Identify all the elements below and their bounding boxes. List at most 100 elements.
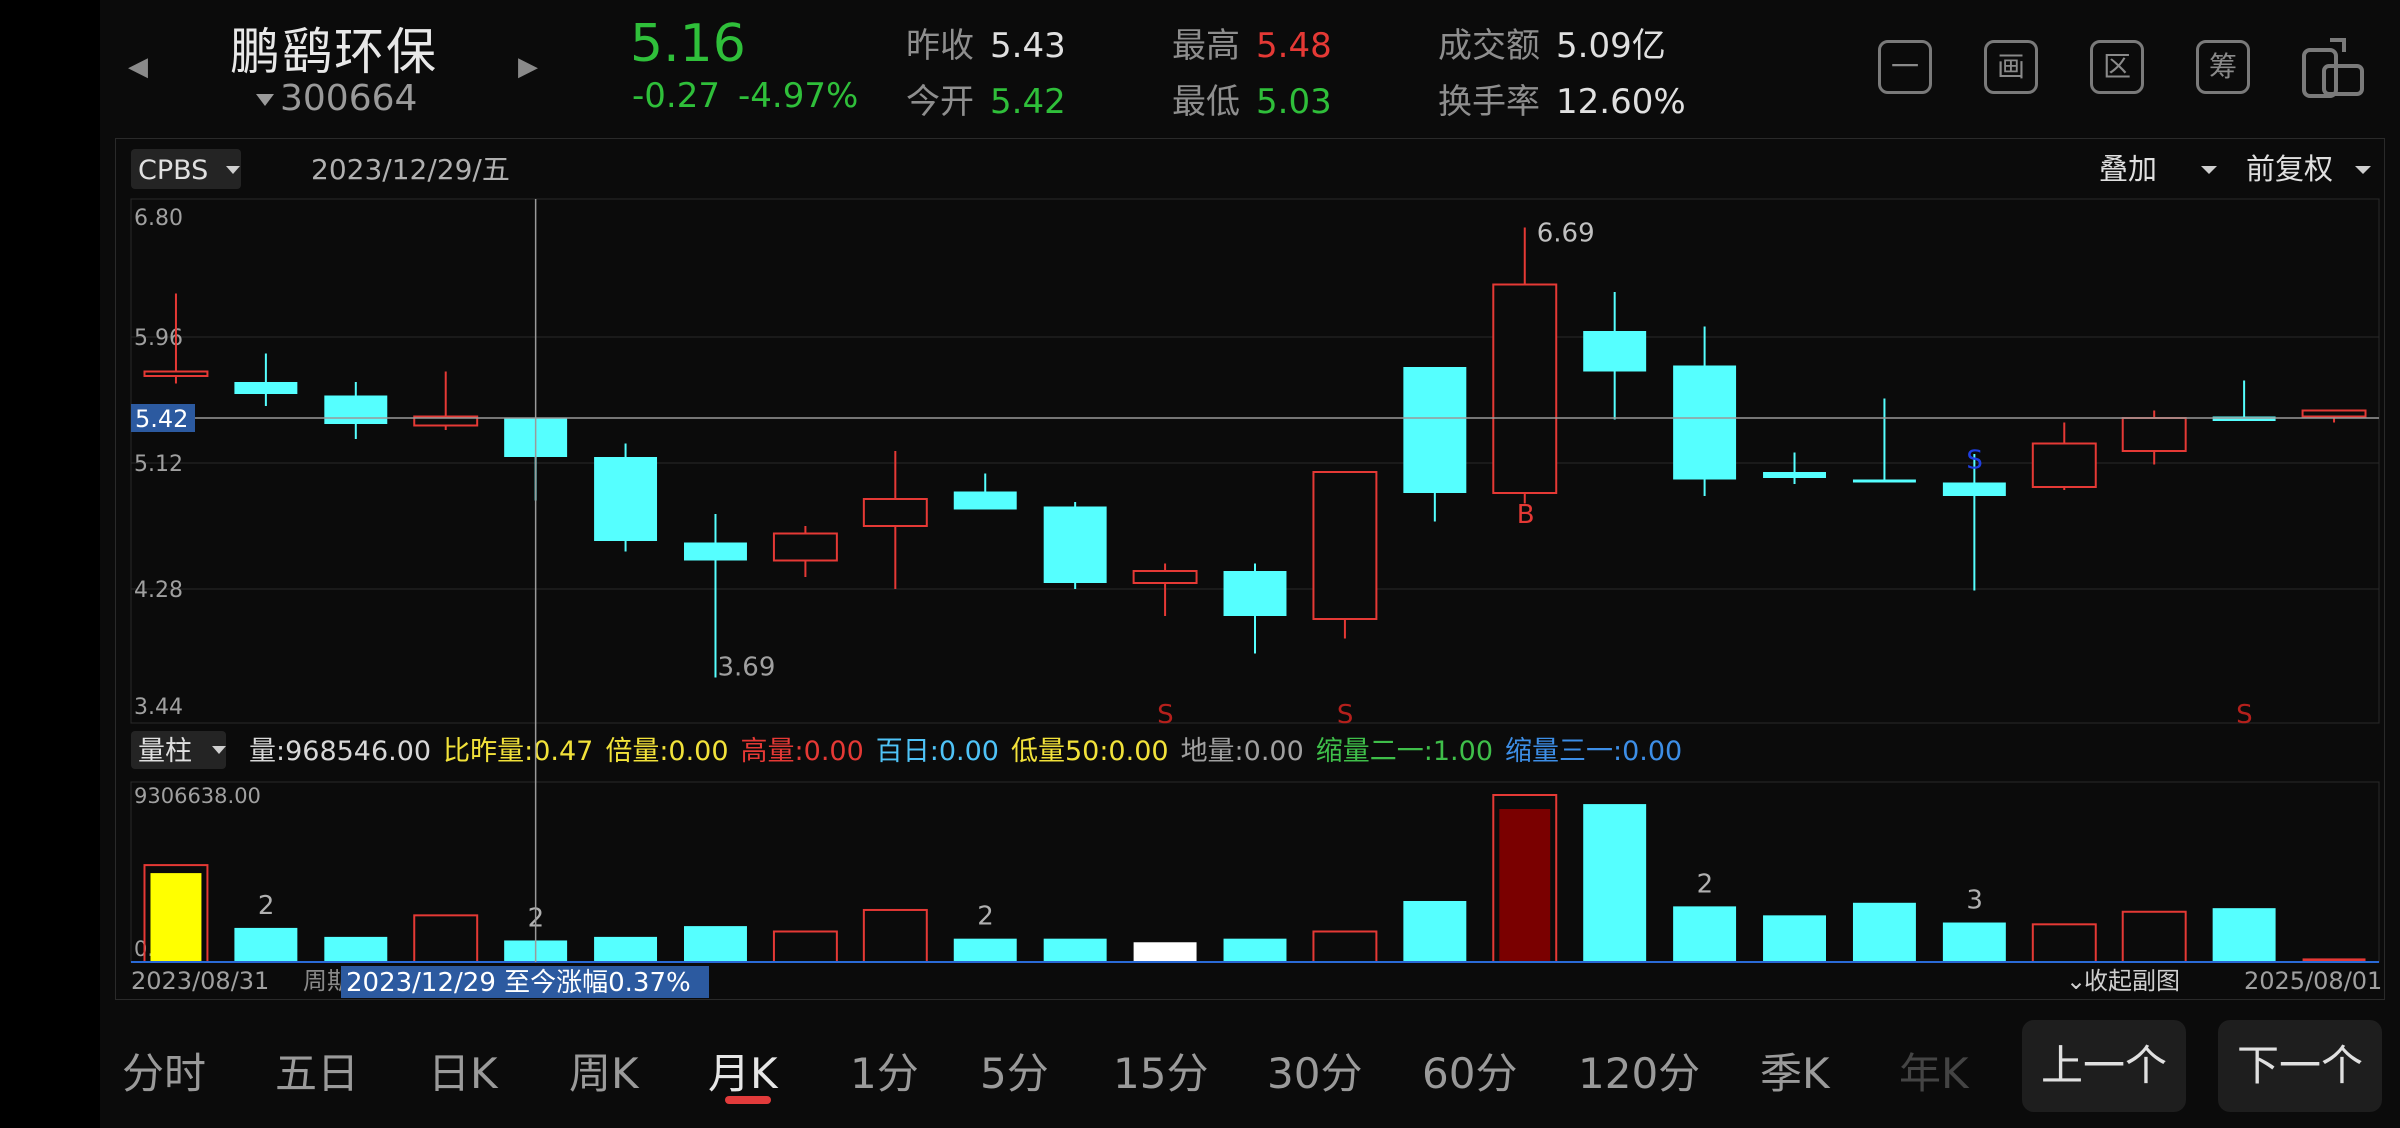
candle-body — [594, 457, 658, 541]
volume-bar — [1043, 938, 1107, 962]
turnover: 换手率 12.60% — [1438, 74, 1686, 123]
dropdown-triangle-icon — [256, 94, 274, 106]
candle-body — [953, 491, 1017, 510]
kline-chart: CPBS 2023/12/29/五 叠加 前复权 6.805.965.124.2… — [130, 149, 2382, 998]
candle — [1043, 502, 1107, 589]
volume-bar — [2121, 910, 2187, 963]
tab-1min[interactable]: 1分 — [850, 1040, 919, 1101]
volume-bar — [2031, 923, 2097, 963]
tab-intraday[interactable]: 分时 — [122, 1040, 206, 1101]
region-icon[interactable]: 区 — [2090, 40, 2144, 94]
next-button[interactable]: 下一个 — [2218, 1020, 2382, 1112]
cursor-date: 2023/12/29/五 — [311, 153, 510, 186]
collapse-subchart-button[interactable]: 收起副图 — [2084, 967, 2180, 995]
candle-body — [1942, 482, 2006, 496]
chart-area[interactable]: CPBS 2023/12/29/五 叠加 前复权 6.80 5.96 5.12 4.2… — [115, 138, 2385, 1000]
sub-indicator-item: 缩量三一:0.00 — [1505, 736, 1682, 767]
picture-icon[interactable]: 画 — [1984, 40, 2038, 94]
chips-icon[interactable]: 筹 — [2196, 40, 2250, 94]
volume-bar — [1583, 804, 1647, 962]
volume-bars: 2 2 223 — [143, 794, 2366, 964]
volume-bar — [594, 936, 658, 962]
high-label: 最高 — [1172, 26, 1240, 66]
prev-close: 昨收 5.43 — [906, 18, 1066, 67]
tab-quarterly-k[interactable]: 季K — [1760, 1040, 1830, 1101]
prev-stock-arrow-icon[interactable]: ◀ — [128, 52, 148, 82]
sub-indicator-item: 比昨量:0.47 — [443, 736, 593, 767]
tab-60min[interactable]: 60分 — [1422, 1040, 1517, 1101]
candle — [234, 353, 298, 406]
volume-bar — [1499, 809, 1551, 962]
amount-label: 成交额 — [1438, 26, 1540, 66]
low-value: 5.03 — [1256, 82, 1332, 122]
change-amount: -0.27 — [632, 76, 720, 116]
annotation-label: S — [1337, 700, 1354, 730]
prev-close-value: 5.43 — [990, 26, 1066, 66]
candle-body — [1492, 283, 1558, 494]
last-price: 5.16 — [630, 14, 746, 74]
volume-bar — [1312, 930, 1378, 963]
tab-monthly-k[interactable]: 月K — [708, 1040, 778, 1101]
candle — [2212, 380, 2276, 421]
sub-indicator-item: 低量50:0.00 — [1011, 736, 1169, 767]
annotation-label: S — [1157, 700, 1174, 730]
adjust-button[interactable]: 前复权 — [2246, 152, 2333, 186]
sub-indicator-item: 量:968546.00 — [249, 736, 431, 767]
tab-five-day[interactable]: 五日 — [275, 1040, 359, 1101]
next-stock-arrow-icon[interactable]: ▶ — [518, 52, 538, 82]
high-value: 5.48 — [1256, 26, 1332, 66]
volume-bar — [684, 926, 747, 962]
candle-body — [1852, 479, 1916, 483]
candle — [1312, 471, 1378, 639]
overlay-button[interactable]: 叠加 — [2099, 152, 2157, 186]
candle — [1132, 563, 1198, 616]
annotation-label: 6.69 — [1537, 219, 1595, 249]
annotation-label: S — [2236, 700, 2253, 730]
volume-bar — [1403, 900, 1467, 962]
candle-body — [1763, 472, 1826, 478]
candle — [1763, 452, 1826, 484]
candle-body — [862, 498, 928, 527]
indicator-select-label[interactable]: CPBS — [138, 155, 208, 186]
tab-30min[interactable]: 30分 — [1267, 1040, 1362, 1101]
tab-daily-k[interactable]: 日K — [428, 1040, 498, 1101]
sub-indicator-values: 量:968546.00 比昨量:0.47 倍量:0.00 高量:0.00 百日:0.00… — [249, 736, 1682, 767]
tab-weekly-k[interactable]: 周K — [569, 1040, 639, 1101]
candles — [143, 227, 2367, 678]
candle — [1403, 367, 1467, 522]
volume-bar — [413, 914, 479, 964]
candle-body — [772, 532, 838, 562]
candle — [2031, 422, 2097, 490]
candle-body — [1132, 570, 1198, 584]
candle-body — [1583, 331, 1647, 372]
sub-indicator-label[interactable]: 量柱 — [138, 736, 192, 767]
sub-indicator-item: 倍量:0.00 — [605, 736, 728, 767]
switch-device-icon[interactable] — [2300, 36, 2366, 100]
start-date: 2023/08/31 — [131, 967, 269, 995]
tab-15min[interactable]: 15分 — [1113, 1040, 1208, 1101]
tab-yearly-k[interactable]: 年K — [1899, 1040, 1969, 1101]
candle — [1492, 227, 1558, 504]
volume-bar — [1133, 942, 1197, 962]
minus-icon[interactable]: 一 — [1878, 40, 1932, 94]
candle — [1852, 398, 1916, 483]
tab-120min[interactable]: 120分 — [1578, 1040, 1700, 1101]
candle-body — [1673, 365, 1737, 480]
volume-count-label: 2 — [1697, 869, 1714, 899]
sub-indicator-item: 高量:0.00 — [741, 736, 864, 767]
annotations: 3.69 6.69 B S S S S — [717, 219, 2252, 731]
low: 最低 5.03 — [1172, 74, 1332, 123]
prev-button[interactable]: 上一个 — [2022, 1020, 2186, 1112]
stock-code-selector[interactable]: 300664 — [256, 78, 417, 119]
end-date: 2025/08/01 — [2244, 967, 2382, 995]
prev-close-label: 昨收 — [906, 26, 974, 66]
tab-5min[interactable]: 5分 — [980, 1040, 1049, 1101]
candle-body — [1403, 367, 1467, 493]
turnover-label: 换手率 — [1438, 82, 1540, 122]
annotation-label: S — [1966, 446, 1983, 476]
candle — [1673, 326, 1737, 496]
volume-count-label: 2 — [258, 891, 275, 921]
candle — [1223, 563, 1287, 654]
candle — [862, 451, 928, 589]
volume-bar — [1852, 902, 1916, 962]
